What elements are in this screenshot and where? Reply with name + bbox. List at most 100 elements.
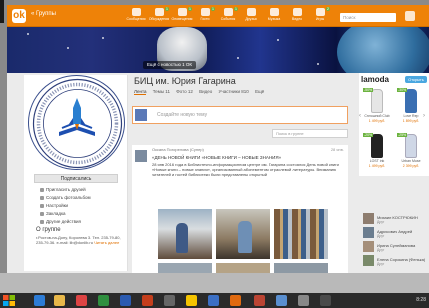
ad-item[interactable]: -25% Urban Muse 2 399 руб.	[396, 131, 426, 177]
invite-friends-link[interactable]: Пригласить друзей	[40, 187, 86, 192]
skype-icon[interactable]	[208, 295, 219, 306]
discussions-icon	[154, 8, 164, 16]
right-column: lamoda Открыть -50% Сплошной Club 1 499 …	[359, 73, 429, 273]
read-more-link[interactable]: Читать далее	[94, 240, 119, 245]
folder-icon[interactable]	[54, 295, 65, 306]
star	[277, 39, 279, 41]
post-photo[interactable]	[274, 209, 328, 259]
nav-notifications[interactable]: Оповещения 1	[171, 7, 193, 25]
new-topic-composer[interactable]: Создайте новую тему	[132, 106, 348, 124]
friend-avatar	[363, 255, 374, 266]
item-name: Urban Muse	[401, 159, 421, 163]
word-icon[interactable]	[120, 295, 131, 306]
avatar-emblem	[32, 78, 123, 169]
friend-suggestion[interactable]: Адрисович Андрей Друг	[363, 227, 429, 239]
nav-discussions[interactable]: Обсуждения 1	[148, 7, 170, 25]
dress-image	[405, 89, 417, 113]
group-title: БИЦ им. Юрия Гагарина	[134, 76, 236, 86]
group-main: БИЦ им. Юрия Гагарина Лента Темы 11 Фото…	[130, 73, 356, 275]
post-photo[interactable]	[216, 209, 270, 259]
opera-icon[interactable]	[254, 295, 265, 306]
nav-video[interactable]: Видео	[286, 7, 308, 25]
photo-person	[176, 223, 188, 253]
friend-suggestion[interactable]: Ирина Сулейманова Друг	[363, 241, 429, 253]
planet-image	[337, 27, 429, 73]
star	[67, 47, 69, 49]
app-icon[interactable]	[320, 295, 331, 306]
app-icon[interactable]	[298, 295, 309, 306]
create-album-link[interactable]: Создать фотоальбом	[40, 195, 91, 200]
nav-guests[interactable]: Гости 1	[194, 7, 216, 25]
chevron-left-icon[interactable]: ‹	[359, 113, 365, 121]
ok-logo-icon[interactable]: ok	[12, 9, 26, 23]
bookmark-link[interactable]: Закладка	[40, 211, 66, 216]
messages-icon	[131, 8, 141, 16]
ad-brand[interactable]: lamoda	[361, 75, 389, 84]
tab-topics[interactable]: Темы 11	[153, 89, 170, 94]
footprints-icon	[200, 8, 210, 16]
discount-badge: -25%	[397, 133, 408, 137]
tab-photos[interactable]: Фото 12	[176, 89, 193, 94]
app-icon[interactable]	[276, 295, 287, 306]
friend-suggestion[interactable]: Михаил КОСТРЮКИН Друг	[363, 213, 429, 225]
clock[interactable]: 8:28	[416, 297, 426, 303]
friend-avatar	[363, 213, 374, 224]
chrome-icon[interactable]	[186, 295, 197, 306]
about-title: О группе	[36, 227, 61, 233]
cover-upload-badge[interactable]: Ещё с новостью 1 ОК	[143, 61, 196, 69]
windows-start-icon[interactable]	[3, 295, 15, 306]
star	[317, 63, 319, 65]
breadcrumb-groups[interactable]: « Группы	[31, 11, 56, 17]
nav-music[interactable]: Музыка	[263, 7, 285, 25]
nav-friends[interactable]: Друзья	[240, 7, 262, 25]
post-author-avatar[interactable]	[135, 150, 147, 162]
excel-icon[interactable]	[98, 295, 109, 306]
ad-item[interactable]: -50% Сплошной Club 1 499 руб.	[362, 86, 392, 132]
friends-icon	[246, 8, 256, 16]
post-author[interactable]: Оксана Погорелова (Супер)	[152, 147, 204, 152]
group-search-input[interactable]: Поиск в группе	[272, 129, 348, 138]
ad-item[interactable]: -30% Love Rep 1 899 руб.	[396, 86, 426, 132]
media-icon[interactable]	[76, 295, 87, 306]
ad-open-button[interactable]: Открыть	[405, 76, 427, 83]
friend-avatar	[363, 227, 374, 238]
post-photo[interactable]	[158, 209, 212, 259]
friend-relation: Друг	[377, 220, 385, 224]
group-sidebar: Подписались Пригласить друзей Создать фо…	[24, 75, 128, 271]
subscribed-button[interactable]: Подписались	[34, 174, 118, 183]
nav-messages[interactable]: Сообщения	[125, 7, 147, 25]
item-name: LOST ink	[369, 159, 385, 163]
ie-icon[interactable]	[34, 295, 45, 306]
lamoda-ad[interactable]: lamoda Открыть -50% Сплошной Club 1 499 …	[359, 73, 429, 176]
nav-games[interactable]: Игры 2	[309, 7, 331, 25]
item-price: 1 899 руб.	[402, 119, 420, 123]
camera-icon	[40, 195, 44, 200]
music-icon	[269, 8, 279, 16]
nav-events[interactable]: События 1	[217, 7, 239, 25]
composer-placeholder: Создайте новую тему	[157, 112, 208, 118]
group-avatar[interactable]	[28, 75, 125, 170]
discount-badge: -30%	[397, 88, 408, 92]
post-title[interactable]: «ДЕНЬ НОВОЙ КНИГИ «НОВЫЕ КНИГИ – НОВЫЕ З…	[152, 155, 281, 160]
friend-relation: Друг	[377, 248, 385, 252]
ad-item[interactable]: -20% LOST ink 1 499 руб.	[362, 131, 392, 177]
star	[102, 37, 104, 39]
top-bar: ok « Группы Сообщения Обсуждения 1 Оповещ…	[7, 5, 429, 27]
invite-icon	[40, 187, 44, 192]
chevron-right-icon[interactable]: ›	[423, 113, 429, 121]
tab-members[interactable]: Участники 810	[219, 89, 249, 94]
more-actions-link[interactable]: Другие действия	[40, 219, 81, 224]
tab-more[interactable]: Ещё	[255, 89, 264, 94]
bookmark-icon	[40, 211, 44, 216]
star	[27, 33, 29, 35]
tab-feed[interactable]: Лента	[134, 89, 147, 95]
app-icon[interactable]	[164, 295, 175, 306]
friend-suggestion[interactable]: Елена Сорокина (Фенька) Друг	[363, 255, 429, 267]
odnoklassniki-icon[interactable]	[230, 295, 241, 306]
top-search-input[interactable]: Поиск	[340, 13, 396, 22]
settings-link[interactable]: Настройки	[40, 203, 68, 208]
powerpoint-icon[interactable]	[142, 295, 153, 306]
tab-video[interactable]: Видео	[199, 89, 212, 94]
post-text: 28 янв 2016 года в Библиотечно-информаци…	[152, 162, 339, 177]
user-menu-icon[interactable]	[405, 11, 415, 21]
